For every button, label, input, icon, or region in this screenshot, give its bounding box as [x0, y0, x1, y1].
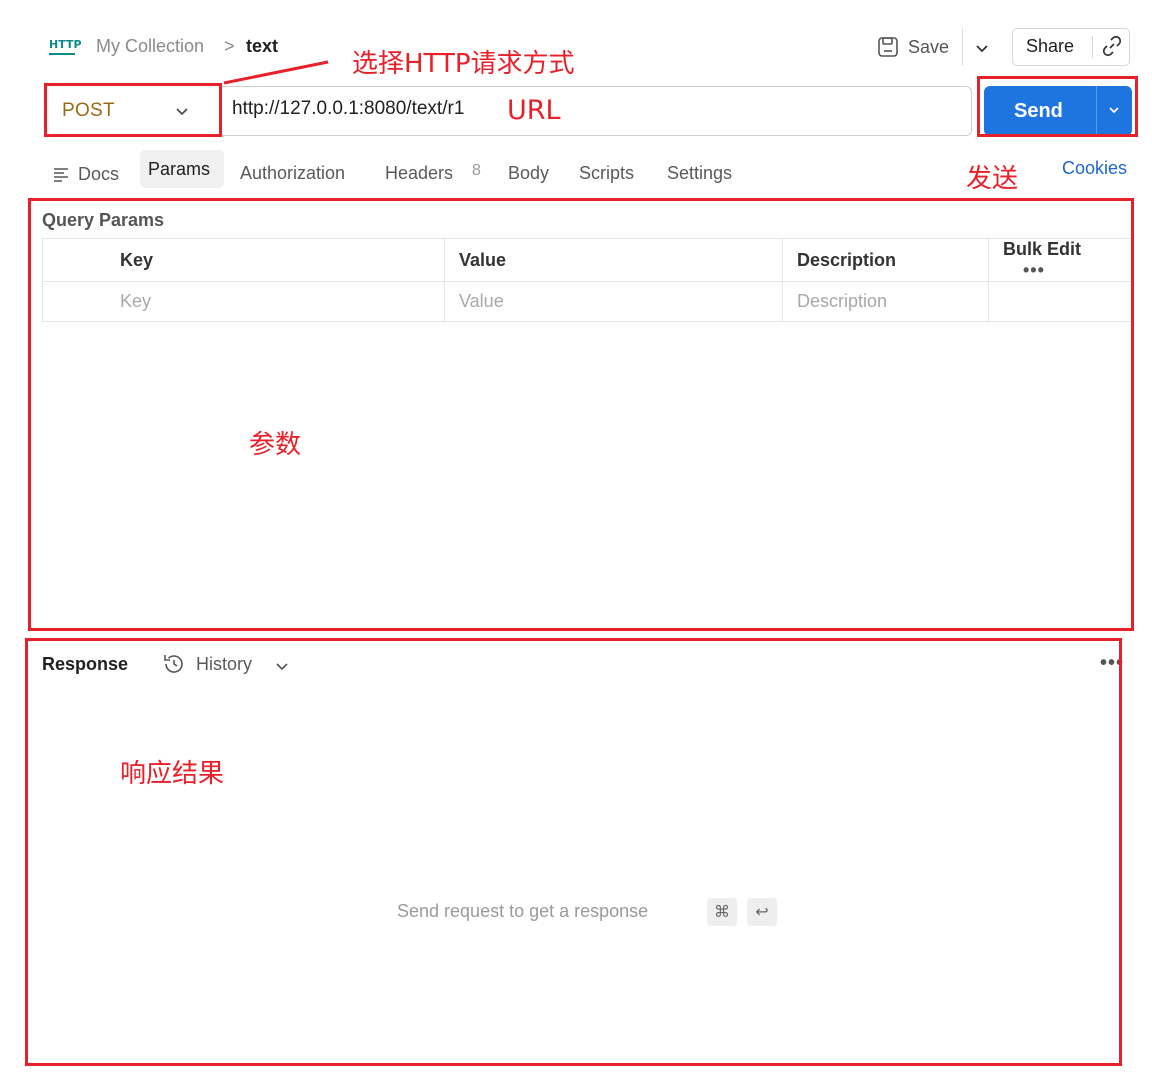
annotation-params: 参数: [249, 430, 302, 460]
tab-settings[interactable]: Settings: [667, 158, 732, 190]
annotation-box-response: [25, 638, 1122, 1066]
cookies-link[interactable]: Cookies: [1062, 158, 1127, 179]
chevron-down-icon: [976, 45, 988, 53]
http-logo-icon: HTTP: [48, 34, 82, 62]
tab-body[interactable]: Body: [508, 158, 549, 190]
tab-docs[interactable]: Docs: [52, 158, 119, 190]
headers-count-badge: 8: [472, 162, 481, 179]
breadcrumb-collection[interactable]: My Collection: [96, 36, 204, 57]
share-button[interactable]: Share: [1026, 36, 1074, 57]
save-label: Save: [908, 36, 950, 57]
tab-scripts[interactable]: Scripts: [579, 158, 634, 190]
annotation-send: 发送: [966, 164, 1019, 194]
tab-params[interactable]: Params: [140, 150, 224, 188]
annotation-box-method: [44, 83, 222, 137]
divider: [1092, 36, 1093, 58]
link-icon[interactable]: [1100, 34, 1124, 58]
tab-docs-label: Docs: [78, 164, 120, 184]
http-logo-text: HTTP: [49, 38, 82, 51]
annotation-box-params: [28, 198, 1134, 631]
divider: [962, 28, 963, 66]
breadcrumb-current[interactable]: text: [246, 36, 278, 57]
save-dropdown-button[interactable]: [970, 36, 994, 60]
annotation-url: URL: [507, 95, 561, 126]
annotation-box-send: [977, 76, 1138, 137]
save-button[interactable]: Save: [876, 30, 949, 64]
save-icon: [878, 37, 898, 57]
url-input[interactable]: [232, 98, 532, 120]
annotation-response: 响应结果: [120, 759, 225, 789]
docs-icon: [54, 168, 68, 182]
annotation-method: 选择HTTP请求方式: [352, 49, 575, 79]
tab-authorization[interactable]: Authorization: [240, 158, 345, 190]
tab-headers[interactable]: Headers: [385, 158, 453, 190]
chevron-right-icon: >: [224, 36, 235, 56]
